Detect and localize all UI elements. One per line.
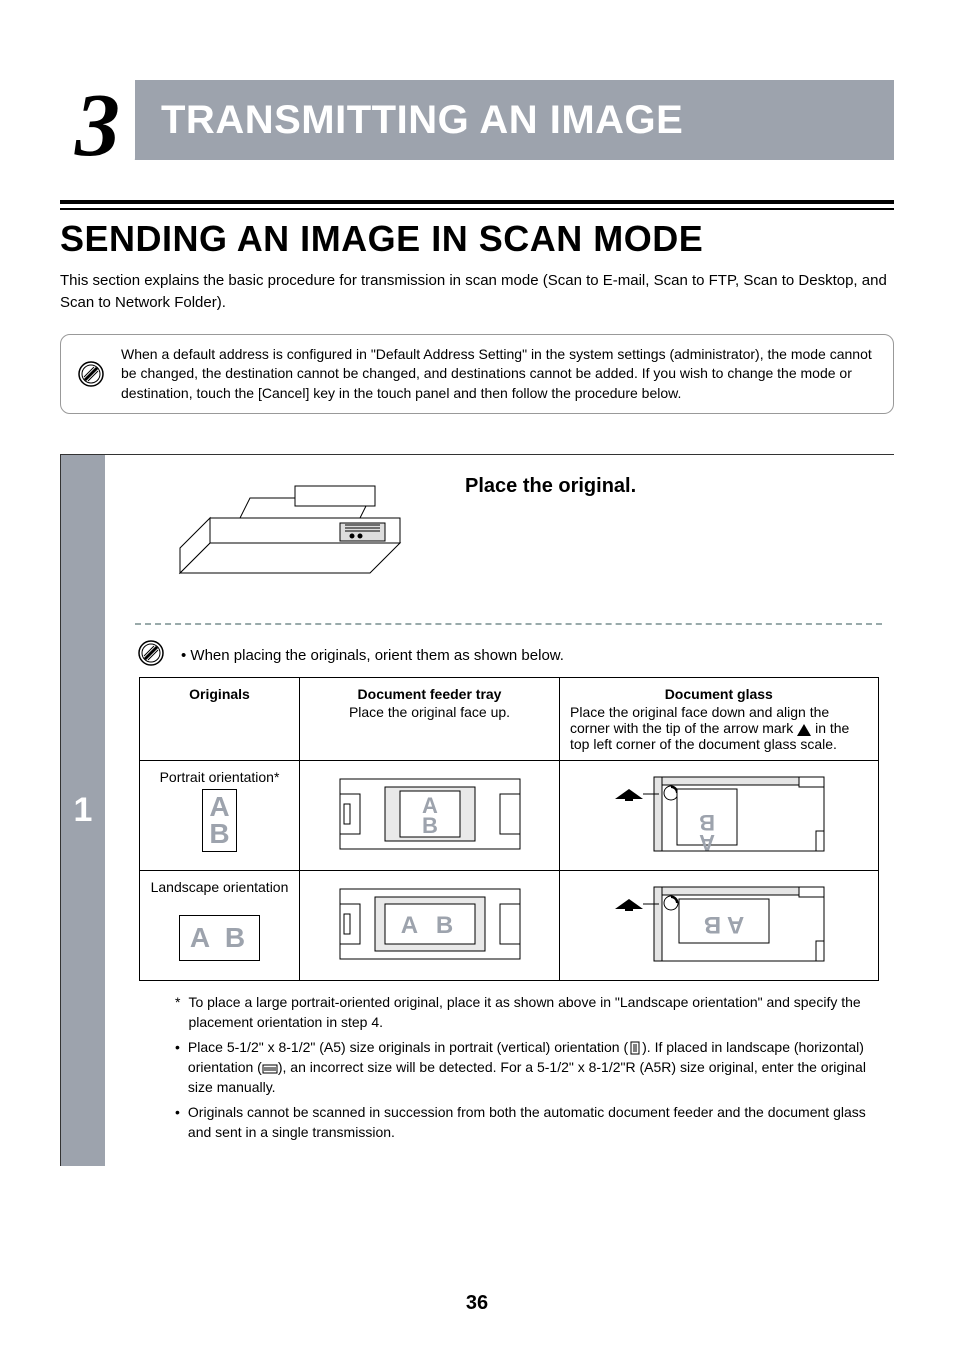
feeder-header: Document feeder tray Place the original … bbox=[300, 678, 560, 761]
landscape-feeder-diagram: A B bbox=[300, 871, 560, 981]
sub-note-bullet: When placing the originals, orient them … bbox=[190, 647, 564, 664]
footnote-bullet-1-text: Place 5-1/2" x 8-1/2" (A5) size original… bbox=[188, 1038, 876, 1097]
chapter-number-box: 3 bbox=[60, 76, 135, 176]
portrait-glass-diagram: B A bbox=[560, 761, 879, 871]
portrait-ab-sample: A B bbox=[202, 789, 236, 852]
ab-b: B bbox=[209, 821, 229, 848]
chapter-banner: 3 TRANSMITTING AN IMAGE bbox=[60, 80, 894, 160]
step-number-gutter: 1 bbox=[61, 455, 105, 1166]
section-title: SENDING AN IMAGE IN SCAN MODE bbox=[60, 218, 894, 260]
landscape-glass-diagram: A B bbox=[560, 871, 879, 981]
svg-text:A B: A B bbox=[704, 911, 744, 938]
portrait-row-label-cell: Portrait orientation* A B bbox=[140, 761, 300, 871]
step-1-block: 1 bbox=[60, 454, 894, 1166]
section-intro: This section explains the basic procedur… bbox=[60, 270, 894, 314]
orientation-table: Originals Document feeder tray Place the… bbox=[139, 677, 879, 981]
svg-text:A: A bbox=[699, 830, 715, 855]
originals-header: Originals bbox=[140, 678, 300, 761]
note-icon bbox=[75, 345, 107, 404]
section-divider bbox=[60, 200, 894, 210]
footnote-star-mark: * bbox=[175, 993, 180, 1032]
ab-row: A B bbox=[190, 922, 249, 953]
footnotes: * To place a large portrait-oriented ori… bbox=[135, 981, 882, 1142]
chapter-number: 3 bbox=[75, 81, 120, 171]
dashed-divider bbox=[135, 623, 882, 625]
glass-header: Document glass Place the original face d… bbox=[560, 678, 879, 761]
feeder-sub-text: Place the original face up. bbox=[310, 704, 549, 720]
fn-b1c: ), an incorrect size will be detected. F… bbox=[188, 1059, 866, 1095]
sub-note-text: • When placing the originals, orient the… bbox=[181, 639, 882, 666]
step-instruction: Place the original. bbox=[465, 475, 636, 498]
glass-sub-a: Place the original face down and align t… bbox=[570, 704, 829, 736]
sub-note-icon bbox=[135, 639, 167, 667]
device-illustration bbox=[135, 473, 435, 603]
footnote-star-text: To place a large portrait-oriented origi… bbox=[188, 993, 876, 1032]
top-note-text: When a default address is configured in … bbox=[121, 345, 879, 404]
portrait-feeder-diagram: A B bbox=[300, 761, 560, 871]
fn-b1a: Place 5-1/2" x 8-1/2" (A5) size original… bbox=[188, 1039, 628, 1055]
page-number: 36 bbox=[0, 1292, 954, 1315]
svg-text:B: B bbox=[422, 813, 438, 838]
landscape-row-label: Landscape orientation bbox=[151, 879, 289, 895]
glass-header-text: Document glass bbox=[570, 686, 868, 702]
feeder-header-text: Document feeder tray bbox=[358, 686, 502, 702]
landscape-ab-sample: A B bbox=[179, 915, 260, 961]
chapter-title-bar: TRANSMITTING AN IMAGE bbox=[109, 80, 894, 160]
glass-sub-text: Place the original face down and align t… bbox=[570, 704, 868, 752]
footnote-bullet-2-mark: • bbox=[175, 1103, 180, 1142]
portrait-row-label: Portrait orientation* bbox=[160, 769, 280, 785]
landscape-row-label-cell: Landscape orientation A B bbox=[140, 871, 300, 981]
chapter-title: TRANSMITTING AN IMAGE bbox=[161, 98, 683, 143]
footnote-bullet-1-mark: • bbox=[175, 1038, 180, 1097]
svg-text:A B: A B bbox=[400, 912, 458, 939]
step-number: 1 bbox=[74, 791, 93, 830]
footnote-bullet-2-text: Originals cannot be scanned in successio… bbox=[188, 1103, 876, 1142]
ab-a: A bbox=[209, 794, 229, 821]
top-note-box: When a default address is configured in … bbox=[60, 334, 894, 415]
